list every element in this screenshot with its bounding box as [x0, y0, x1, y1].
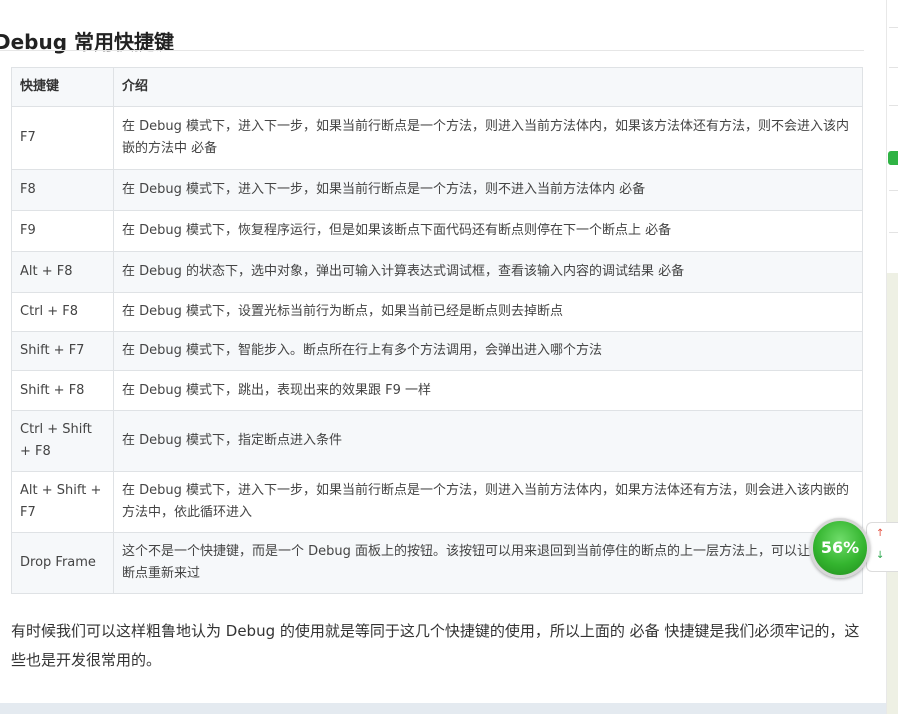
- shortcut-desc: 在 Debug 模式下，设置光标当前行为断点，如果当前已经是断点则去掉断点: [113, 292, 863, 332]
- table-row: Alt + F8 在 Debug 的状态下，选中对象，弹出可输入计算表达式调试框…: [11, 251, 863, 293]
- shortcut-desc: 在 Debug 模式下，智能步入。断点所在行上有多个方法调用，会弹出进入哪个方法: [113, 331, 863, 371]
- shortcut-desc: 在 Debug 模式下，进入下一步，如果当前行断点是一个方法，则不进入当前方法体…: [113, 169, 863, 211]
- shortcut-desc: 在 Debug 模式下，指定断点进入条件: [113, 410, 863, 472]
- sidebar-divider: [889, 67, 898, 68]
- wechat-icon[interactable]: [888, 151, 898, 165]
- sidebar-divider: [889, 190, 898, 191]
- network-speed-panel[interactable]: ↑ ↓: [866, 522, 898, 572]
- table-row: F9 在 Debug 模式下，恢复程序运行，但是如果该断点下面代码还有断点则停在…: [11, 210, 863, 252]
- sidebar-divider: [889, 27, 898, 28]
- shortcut-desc: 在 Debug 模式下，进入下一步，如果当前行断点是一个方法，则进入当前方法体内…: [113, 106, 863, 170]
- shortcut-key: Ctrl + Shift + F8: [11, 410, 114, 472]
- shortcut-key: F8: [11, 169, 114, 211]
- table-row: F8 在 Debug 模式下，进入下一步，如果当前行断点是一个方法，则不进入当前…: [11, 169, 863, 211]
- shortcut-key: F7: [11, 106, 114, 170]
- table-row: Alt + Shift + F7 在 Debug 模式下，进入下一步，如果当前行…: [11, 471, 863, 533]
- shortcut-key: Ctrl + F8: [11, 292, 114, 332]
- table-row: Ctrl + F8 在 Debug 模式下，设置光标当前行为断点，如果当前已经是…: [11, 292, 863, 332]
- shortcut-key: Alt + F8: [11, 251, 114, 293]
- table-row: F7 在 Debug 模式下，进入下一步，如果当前行断点是一个方法，则进入当前方…: [11, 106, 863, 170]
- next-section-strip: [0, 703, 886, 714]
- table-row: Drop Frame 这个不是一个快捷键，而是一个 Debug 面板上的按钮。该…: [11, 532, 863, 594]
- arrow-down-icon: ↓: [876, 550, 885, 561]
- arrow-up-icon: ↑: [876, 528, 885, 539]
- table-header-row: 快捷键 介绍: [11, 67, 863, 107]
- shortcut-desc: 在 Debug 的状态下，选中对象，弹出可输入计算表达式调试框，查看该输入内容的…: [113, 251, 863, 293]
- shortcut-key: Shift + F7: [11, 331, 114, 371]
- shortcut-key: Drop Frame: [11, 532, 114, 594]
- shortcut-key: F9: [11, 210, 114, 252]
- shortcut-table: 快捷键 介绍 F7 在 Debug 模式下，进入下一步，如果当前行断点是一个方法…: [11, 67, 863, 594]
- shortcut-desc: 这个不是一个快捷键，而是一个 Debug 面板上的按钮。该按钮可以用来退回到当前…: [113, 532, 863, 594]
- shortcut-key: Shift + F8: [11, 370, 114, 411]
- memory-gauge-widget[interactable]: 56%: [810, 518, 870, 578]
- heading-divider: [0, 50, 864, 51]
- sidebar-divider: [889, 105, 898, 106]
- gauge-percent: 56%: [820, 538, 860, 557]
- shortcut-desc: 在 Debug 模式下，跳出，表现出来的效果跟 F9 一样: [113, 370, 863, 411]
- shortcut-key: Alt + Shift + F7: [11, 471, 114, 533]
- table-row: Shift + F7 在 Debug 模式下，智能步入。断点所在行上有多个方法调…: [11, 331, 863, 371]
- shortcut-desc: 在 Debug 模式下，恢复程序运行，但是如果该断点下面代码还有断点则停在下一个…: [113, 210, 863, 252]
- sidebar-divider: [889, 232, 898, 233]
- header-key: 快捷键: [11, 67, 114, 107]
- table-row: Ctrl + Shift + F8 在 Debug 模式下，指定断点进入条件: [11, 410, 863, 472]
- article-content: Debug 常用快捷键 快捷键 介绍 F7 在 Debug 模式下，进入下一步，…: [0, 0, 886, 714]
- table-row: Shift + F8 在 Debug 模式下，跳出，表现出来的效果跟 F9 一样: [11, 370, 863, 411]
- right-sidebar: [886, 0, 898, 714]
- summary-paragraph: 有时候我们可以这样粗鲁地认为 Debug 的使用就是等同于这几个快捷键的使用，所…: [11, 622, 860, 669]
- sidebar-panel: [887, 0, 898, 273]
- shortcut-desc: 在 Debug 模式下，进入下一步，如果当前行断点是一个方法，则进入当前方法体内…: [113, 471, 863, 533]
- header-desc: 介绍: [113, 67, 863, 107]
- sidebar-background: [887, 273, 898, 714]
